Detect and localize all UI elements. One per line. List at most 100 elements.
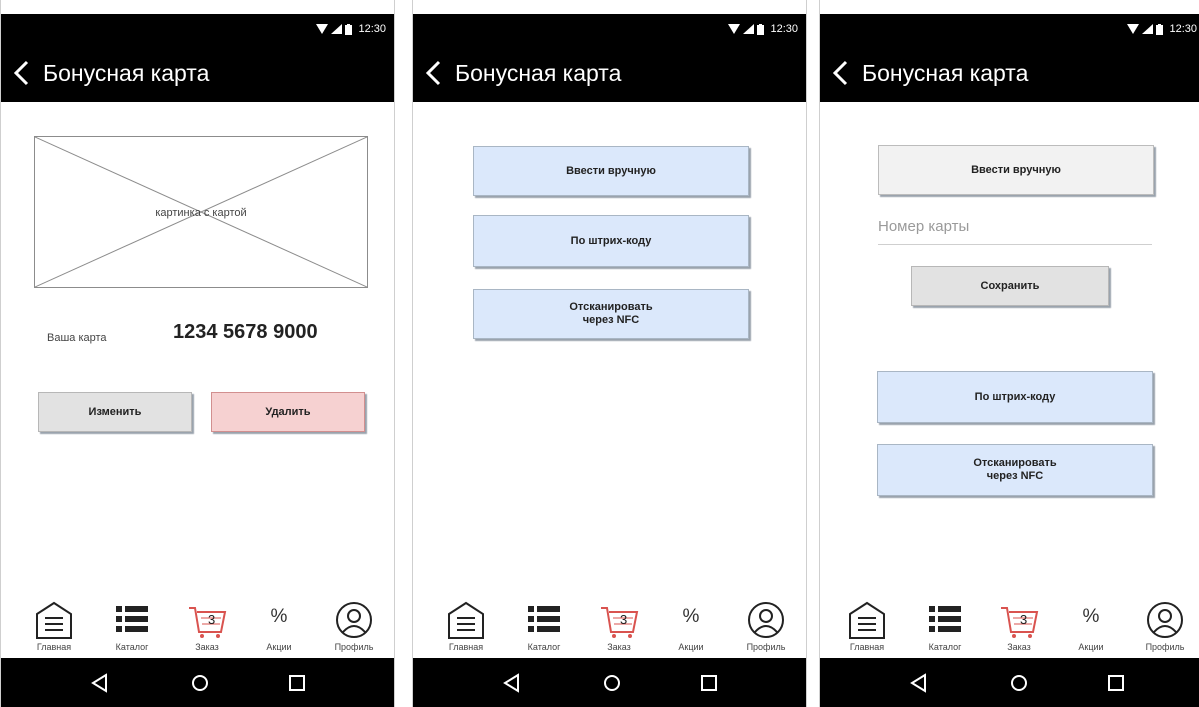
save-button[interactable]: Сохранить xyxy=(911,266,1109,306)
back-arrow-icon[interactable] xyxy=(830,60,852,86)
nav-item-promotions[interactable]: % Акции xyxy=(1060,596,1122,658)
wifi-icon xyxy=(1127,24,1140,34)
nav-item-order[interactable]: 3 Заказ xyxy=(988,596,1050,658)
home-icon xyxy=(849,601,885,639)
app-bar: Бонусная карта xyxy=(1,44,394,102)
home-icon xyxy=(448,601,484,639)
back-arrow-icon[interactable] xyxy=(11,60,33,86)
system-recents-icon[interactable] xyxy=(1103,670,1129,696)
nav-item-home[interactable]: Главная xyxy=(435,596,497,658)
system-back-icon[interactable] xyxy=(87,670,113,696)
system-home-icon[interactable] xyxy=(187,670,213,696)
enter-manually-button[interactable]: Ввести вручную xyxy=(473,146,749,196)
status-time: 12:30 xyxy=(1169,23,1197,35)
status-bar: 12:30 xyxy=(820,14,1199,44)
system-back-icon[interactable] xyxy=(906,670,932,696)
nav-label-profile: Профиль xyxy=(1145,642,1185,652)
nfc-scan-button[interactable]: Отсканировать через NFC xyxy=(473,289,749,339)
nav-label-promotions: Акции xyxy=(1078,642,1104,652)
page-title: Бонусная карта xyxy=(455,60,622,86)
bottom-navigation: Главная Каталог 3 Заказ % Акции Профиль xyxy=(820,596,1199,658)
cart-icon: 3 xyxy=(1001,607,1039,638)
nav-item-promotions[interactable]: % Акции xyxy=(248,596,310,658)
catalog-icon xyxy=(528,606,560,632)
system-recents-icon[interactable] xyxy=(696,670,722,696)
signal-icon xyxy=(1142,24,1154,34)
percent-icon: % xyxy=(1082,606,1100,627)
battery-icon xyxy=(345,23,353,35)
system-home-icon[interactable] xyxy=(599,670,625,696)
nav-item-order[interactable]: 3 Заказ xyxy=(176,596,238,658)
barcode-button[interactable]: По штрих-коду xyxy=(473,215,749,267)
nav-label-order: Заказ xyxy=(195,642,219,652)
nfc-scan-button[interactable]: Отсканировать через NFC xyxy=(877,444,1153,496)
percent-icon: % xyxy=(682,606,700,627)
system-home-icon[interactable] xyxy=(1006,670,1032,696)
wifi-icon xyxy=(316,24,329,34)
bottom-navigation: Главная Каталог 3 Заказ % Акции Профиль xyxy=(413,596,806,658)
nav-label-catalog: Каталог xyxy=(928,642,962,652)
system-nav-bar xyxy=(413,658,806,707)
nav-item-catalog[interactable]: Каталог xyxy=(914,596,976,658)
back-arrow-icon[interactable] xyxy=(423,60,445,86)
phone-screen-manual-entry: 12:30 Бонусная карта Ввести вручную Номе… xyxy=(819,0,1199,707)
status-time: 12:30 xyxy=(358,23,386,35)
cart-badge: 3 xyxy=(208,612,215,627)
percent-icon: % xyxy=(270,606,288,627)
nav-label-catalog: Каталог xyxy=(115,642,149,652)
nav-label-home: Главная xyxy=(849,642,885,652)
nav-item-profile[interactable]: Профиль xyxy=(323,596,385,658)
status-bar: 12:30 xyxy=(413,14,806,44)
system-recents-icon[interactable] xyxy=(284,670,310,696)
app-bar: Бонусная карта xyxy=(413,44,806,102)
battery-icon xyxy=(757,23,765,35)
nav-item-catalog[interactable]: Каталог xyxy=(513,596,575,658)
nav-label-home: Главная xyxy=(36,642,72,652)
barcode-button[interactable]: По штрих-коду xyxy=(877,371,1153,423)
home-icon xyxy=(36,601,72,639)
catalog-icon xyxy=(116,606,148,632)
card-number: 1234 5678 9000 xyxy=(173,321,318,343)
nav-label-order: Заказ xyxy=(607,642,631,652)
nav-label-promotions: Акции xyxy=(678,642,704,652)
profile-icon xyxy=(336,602,372,638)
nav-item-profile[interactable]: Профиль xyxy=(735,596,797,658)
phone-screen-card-view: 12:30 Бонусная карта картинка с картой В… xyxy=(0,0,395,707)
page-title: Бонусная карта xyxy=(862,60,1029,86)
signal-icon xyxy=(743,24,755,34)
nav-item-order[interactable]: 3 Заказ xyxy=(588,596,650,658)
nav-label-order: Заказ xyxy=(1007,642,1031,652)
card-number-field[interactable]: Номер карты xyxy=(878,218,1152,245)
enter-manually-button[interactable]: Ввести вручную xyxy=(878,145,1154,195)
cart-icon: 3 xyxy=(601,607,639,638)
status-bar: 12:30 xyxy=(1,14,394,44)
cart-icon: 3 xyxy=(189,607,227,638)
bottom-navigation: Главная Каталог 3 Заказ % Акции Профиль xyxy=(1,596,394,658)
nav-label-profile: Профиль xyxy=(334,642,374,652)
cart-badge: 3 xyxy=(1020,612,1027,627)
nav-label-profile: Профиль xyxy=(746,642,786,652)
phone-screen-add-options: 12:30 Бонусная карта Ввести вручную По ш… xyxy=(412,0,807,707)
card-image-placeholder: картинка с картой xyxy=(34,136,368,288)
system-back-icon[interactable] xyxy=(499,670,525,696)
profile-icon xyxy=(1147,602,1183,638)
card-label: Ваша карта xyxy=(47,332,107,344)
catalog-icon xyxy=(929,606,961,632)
edit-card-button[interactable]: Изменить xyxy=(38,392,192,432)
cart-badge: 3 xyxy=(620,612,627,627)
nav-label-promotions: Акции xyxy=(266,642,292,652)
nav-label-catalog: Каталог xyxy=(527,642,561,652)
nav-item-home[interactable]: Главная xyxy=(836,596,898,658)
wifi-icon xyxy=(728,24,741,34)
system-nav-bar xyxy=(1,658,394,707)
nav-item-promotions[interactable]: % Акции xyxy=(660,596,722,658)
profile-icon xyxy=(748,602,784,638)
nav-item-home[interactable]: Главная xyxy=(23,596,85,658)
delete-card-button[interactable]: Удалить xyxy=(211,392,365,432)
battery-icon xyxy=(1156,23,1164,35)
placeholder-label: картинка с картой xyxy=(155,207,247,219)
status-time: 12:30 xyxy=(770,23,798,35)
app-bar: Бонусная карта xyxy=(820,44,1199,102)
nav-item-catalog[interactable]: Каталог xyxy=(101,596,163,658)
nav-item-profile[interactable]: Профиль xyxy=(1134,596,1196,658)
